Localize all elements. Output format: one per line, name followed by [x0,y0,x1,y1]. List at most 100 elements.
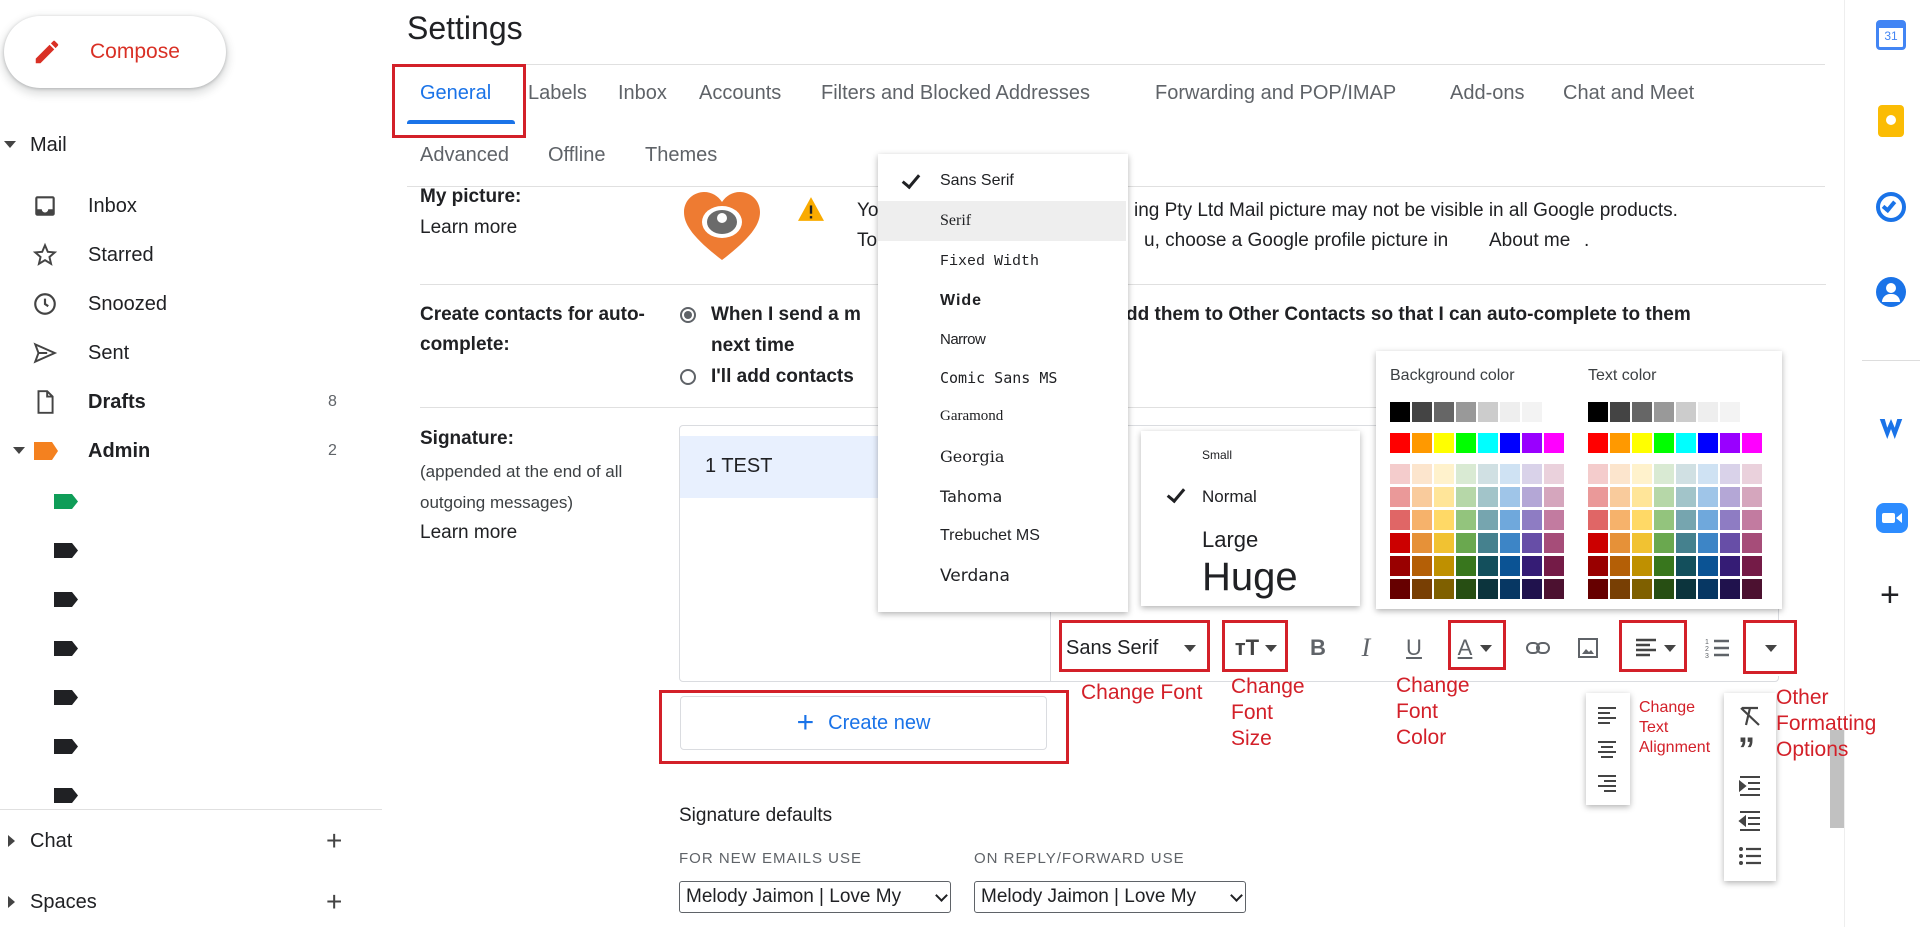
background-color-swatch[interactable] [1500,433,1520,453]
background-color-swatch[interactable] [1390,533,1410,553]
font-option-comic-sans[interactable]: Comic Sans MS [878,358,1126,398]
text-color-swatch[interactable] [1610,579,1630,599]
text-color-swatch[interactable] [1588,510,1608,530]
text-color-swatch[interactable] [1720,487,1740,507]
tab-filters[interactable]: Filters and Blocked Addresses [821,82,1090,105]
background-color-swatch[interactable] [1522,510,1542,530]
background-color-swatch[interactable] [1434,510,1454,530]
calendar-icon[interactable]: 31 [1876,20,1906,50]
text-color-swatch[interactable] [1676,556,1696,576]
text-color-swatch[interactable] [1610,510,1630,530]
background-color-swatch[interactable] [1412,556,1432,576]
text-color-swatch[interactable] [1610,433,1630,453]
contacts-icon[interactable] [1876,277,1906,307]
text-color-swatch[interactable] [1742,533,1762,553]
tab-addons[interactable]: Add-ons [1450,82,1525,105]
tab-forwarding[interactable]: Forwarding and POP/IMAP [1155,82,1396,105]
text-color-swatch[interactable] [1654,487,1674,507]
background-color-swatch[interactable] [1522,433,1542,453]
text-color-swatch[interactable] [1720,433,1740,453]
text-color-swatch[interactable] [1698,433,1718,453]
keep-icon[interactable] [1878,105,1904,137]
text-color-swatch[interactable] [1742,487,1762,507]
background-color-swatch[interactable] [1544,579,1564,599]
indent-less-icon[interactable] [1738,810,1762,832]
tab-accounts[interactable]: Accounts [699,82,781,105]
background-color-swatch[interactable] [1478,556,1498,576]
text-color-swatch[interactable] [1720,510,1740,530]
text-color-swatch[interactable] [1742,402,1762,422]
font-option-serif[interactable]: Serif [878,201,1126,241]
sidebar-item-starred[interactable]: Starred [0,231,380,279]
background-color-swatch[interactable] [1500,579,1520,599]
background-color-swatch[interactable] [1478,402,1498,422]
bulleted-list-icon[interactable] [1738,845,1762,867]
font-option-verdana[interactable]: Verdana [878,556,1126,596]
background-color-swatch[interactable] [1390,579,1410,599]
background-color-swatch[interactable] [1456,579,1476,599]
label-icon[interactable] [54,543,78,558]
text-color-swatch[interactable] [1698,556,1718,576]
mail-section-toggle[interactable]: Mail [0,121,380,169]
font-option-tahoma[interactable]: Tahoma [878,476,1126,516]
plus-icon[interactable]: + [326,825,342,857]
font-option-fixed-width[interactable]: Fixed Width [878,241,1126,281]
text-color-swatch[interactable] [1632,533,1652,553]
text-color-swatch[interactable] [1676,402,1696,422]
background-color-swatch[interactable] [1434,433,1454,453]
tab-themes[interactable]: Themes [645,144,717,167]
text-color-swatch[interactable] [1720,464,1740,484]
text-color-swatch[interactable] [1632,510,1652,530]
text-color-swatch[interactable] [1698,402,1718,422]
indent-more-icon[interactable] [1738,775,1762,797]
zoom-icon[interactable] [1876,503,1908,533]
profile-picture[interactable] [682,192,762,262]
quote-icon[interactable]: ” [1738,733,1755,767]
text-color-swatch[interactable] [1632,464,1652,484]
text-color-swatch[interactable] [1742,433,1762,453]
text-color-swatch[interactable] [1654,510,1674,530]
text-color-swatch[interactable] [1632,433,1652,453]
size-option-large[interactable]: Large [1202,527,1258,553]
text-color-swatch[interactable] [1610,402,1630,422]
align-left-icon[interactable] [1596,705,1618,725]
text-color-swatch[interactable] [1676,533,1696,553]
text-color-swatch[interactable] [1632,487,1652,507]
font-option-wide[interactable]: Wide [878,281,1126,321]
text-color-swatch[interactable] [1654,579,1674,599]
size-option-huge[interactable]: Huge [1202,555,1298,600]
font-option-sans-serif[interactable]: Sans Serif [878,161,1126,201]
text-color-swatch[interactable] [1610,464,1630,484]
text-color-swatch[interactable] [1742,579,1762,599]
background-color-swatch[interactable] [1522,579,1542,599]
background-color-swatch[interactable] [1500,402,1520,422]
insert-image-button[interactable] [1566,628,1610,668]
background-color-swatch[interactable] [1456,487,1476,507]
text-color-swatch[interactable] [1610,487,1630,507]
background-color-swatch[interactable] [1434,487,1454,507]
font-option-garamond[interactable]: Garamond [878,396,1126,436]
background-color-swatch[interactable] [1390,402,1410,422]
italic-button[interactable]: I [1344,628,1388,668]
remove-formatting-icon[interactable] [1738,705,1762,727]
background-color-swatch[interactable] [1412,510,1432,530]
align-center-icon[interactable] [1596,739,1618,759]
label-icon[interactable] [54,641,78,656]
background-color-swatch[interactable] [1478,487,1498,507]
background-color-swatch[interactable] [1412,464,1432,484]
background-color-swatch[interactable] [1544,402,1564,422]
text-color-swatch[interactable] [1676,510,1696,530]
tab-labels[interactable]: Labels [528,82,587,105]
background-color-swatch[interactable] [1390,464,1410,484]
text-color-swatch[interactable] [1698,533,1718,553]
background-color-swatch[interactable] [1522,556,1542,576]
text-color-swatch[interactable] [1632,579,1652,599]
text-color-swatch[interactable] [1720,402,1740,422]
background-color-swatch[interactable] [1434,402,1454,422]
background-color-swatch[interactable] [1522,464,1542,484]
about-me-link[interactable]: About me [1489,226,1570,256]
background-color-swatch[interactable] [1456,533,1476,553]
text-color-swatch[interactable] [1654,402,1674,422]
background-color-swatch[interactable] [1412,533,1432,553]
background-color-swatch[interactable] [1434,579,1454,599]
